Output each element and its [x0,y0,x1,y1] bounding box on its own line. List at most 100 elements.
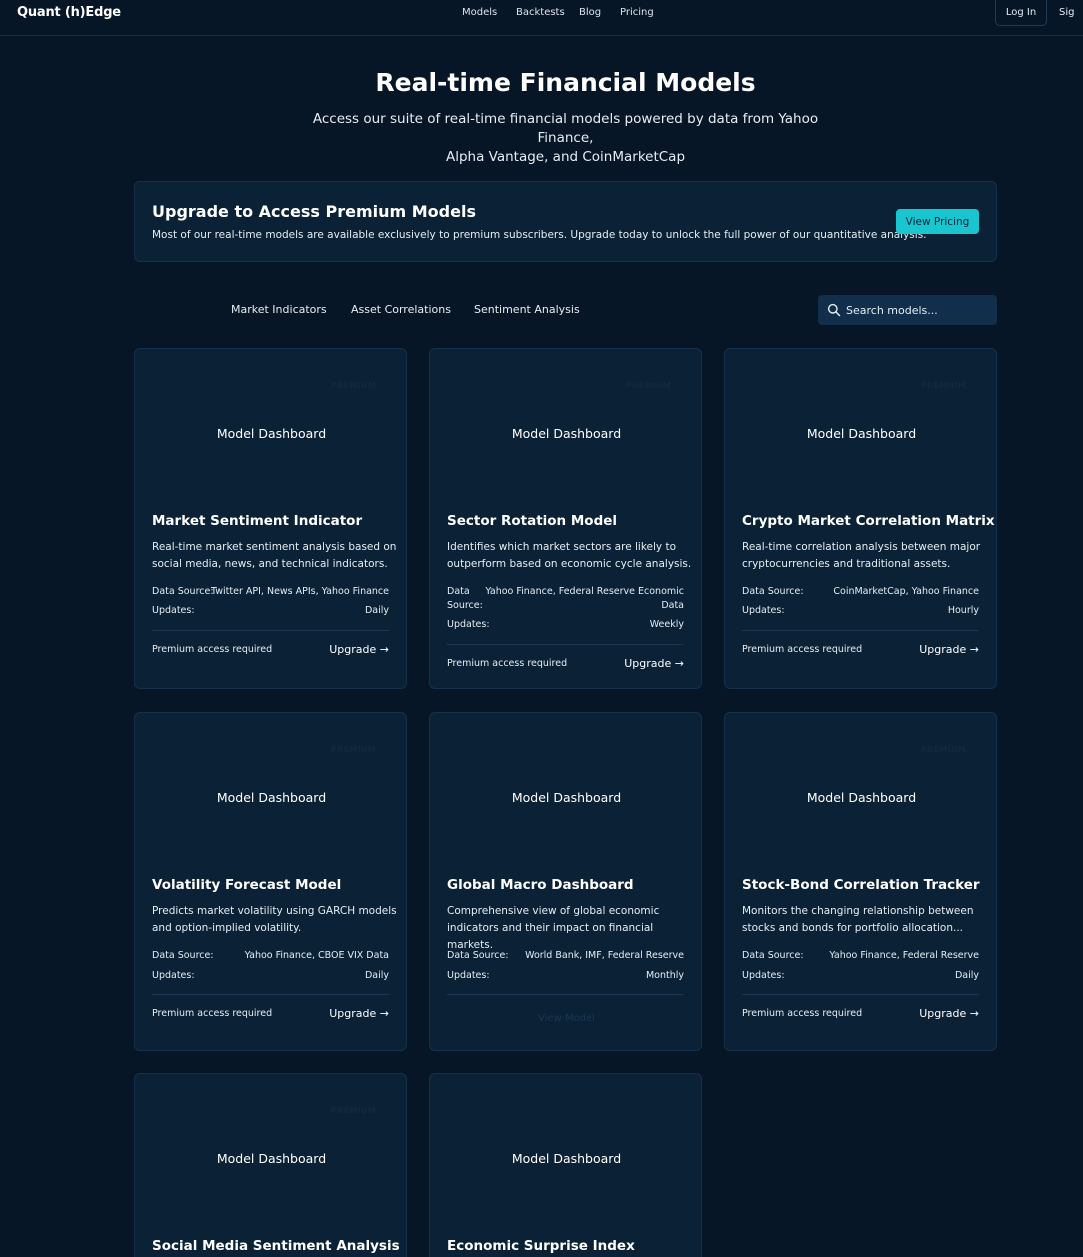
card-description: Real-time correlation analysis between m… [742,541,981,570]
premium-badge: PREMIUM [331,381,376,390]
model-card-stock-bond[interactable]: PREMIUM Model Dashboard Stock-Bond Corre… [724,712,997,1051]
model-card-volatility-forecast[interactable]: PREMIUM Model Dashboard Volatility Forec… [134,712,407,1051]
card-title: Crypto Market Correlation Matrix [742,513,995,529]
data-source-label: Data Source: [742,950,804,961]
card-divider [447,994,684,995]
premium-badge: PREMIUM [921,745,966,754]
card-preview: PREMIUM Model Dashboard [135,1074,406,1229]
upgrade-link[interactable]: Upgrade → [329,1007,389,1020]
nav-link-blog[interactable]: Blog [579,7,601,18]
access-note: Premium access required [742,1008,863,1019]
view-model-button[interactable]: View Model [430,1013,701,1024]
updates-value: Hourly [947,605,979,616]
updates-label: Updates: [447,970,490,981]
updates-label: Updates: [152,605,195,616]
login-button[interactable]: Log In [995,0,1047,26]
card-description: Identifies which market sectors are like… [447,541,692,570]
data-source-value: Twitter API, News APIs, Yahoo Finance [211,586,389,597]
model-card-crypto-correlation[interactable]: PREMIUM Model Dashboard Crypto Market Co… [724,348,997,689]
updates-label: Updates: [152,970,195,981]
data-source-label-line-1: Data [447,586,470,597]
nav-link-backtests[interactable]: Backtests [516,7,565,18]
updates-value: Monthly [645,970,684,981]
preview-label: Model Dashboard [216,1151,327,1166]
updates-value: Weekly [649,619,684,630]
signup-button[interactable]: Sig [1059,7,1074,18]
preview-label: Model Dashboard [511,790,622,805]
page-title: Real-time Financial Models [375,68,756,97]
card-preview: Model Dashboard [430,1074,701,1229]
card-title: Sector Rotation Model [447,513,618,529]
preview-label: Model Dashboard [216,426,327,441]
data-source-label: Data Source: [742,586,804,597]
data-source-value-line-1: Yahoo Finance, Federal Reserve Economic [485,586,684,597]
updates-label: Updates: [447,619,490,630]
data-source-value: CoinMarketCap, Yahoo Finance [833,586,979,597]
access-note: Premium access required [152,644,273,655]
page-subtitle: Access our suite of real-time financial … [290,110,841,167]
nav-link-pricing[interactable]: Pricing [620,7,654,18]
card-divider [447,644,684,645]
card-description: Predicts market volatility using GARCH m… [152,905,397,934]
tab-asset-correlations[interactable]: Asset Correlations [351,303,451,316]
data-source-value: World Bank, IMF, Federal Reserve [525,950,684,961]
card-description: Comprehensive view of global economic in… [447,905,660,951]
upgrade-banner: Upgrade to Access Premium Models Most of… [134,181,997,262]
preview-label: Model Dashboard [511,426,622,441]
search-input[interactable] [846,299,991,321]
card-title: Stock-Bond Correlation Tracker [742,877,980,893]
data-source-label-line-2: Source: [447,600,483,611]
card-preview: PREMIUM Model Dashboard [135,713,406,868]
updates-value: Daily [954,970,979,981]
card-description: Monitors the changing relationship betwe… [742,905,974,934]
premium-badge: PREMIUM [331,745,376,754]
card-preview: PREMIUM Model Dashboard [725,713,996,868]
nav-link-models[interactable]: Models [462,7,497,18]
tab-market-indicators[interactable]: Market Indicators [231,303,327,316]
banner-title: Upgrade to Access Premium Models [152,202,476,221]
access-note: Premium access required [447,658,568,669]
upgrade-link[interactable]: Upgrade → [919,643,979,656]
preview-label: Model Dashboard [216,790,327,805]
card-title: Social Media Sentiment Analysis [152,1238,400,1254]
model-card-market-sentiment[interactable]: PREMIUM Model Dashboard Market Sentiment… [134,348,407,689]
search-box [818,295,997,325]
premium-badge: PREMIUM [921,381,966,390]
data-source-label: Data Source: [152,586,214,597]
model-card-sector-rotation[interactable]: PREMIUM Model Dashboard Sector Rotation … [429,348,702,689]
access-note: Premium access required [152,1008,273,1019]
upgrade-link[interactable]: Upgrade → [329,643,389,656]
data-source-value: Yahoo Finance, Federal Reserve [829,950,979,961]
tab-sentiment-analysis[interactable]: Sentiment Analysis [474,303,580,316]
page-subtitle-line-1: Access our suite of real-time financial … [312,111,819,146]
card-divider [152,630,389,631]
card-description: Real-time market sentiment analysis base… [152,541,397,570]
card-preview: PREMIUM Model Dashboard [725,349,996,504]
preview-label: Model Dashboard [511,1151,622,1166]
model-card-economic-surprise[interactable]: Model Dashboard Economic Surprise Index [429,1073,702,1257]
card-title: Economic Surprise Index [447,1238,635,1254]
card-preview: PREMIUM Model Dashboard [135,349,406,504]
model-card-global-macro[interactable]: Model Dashboard Global Macro Dashboard C… [429,712,702,1051]
nav-links: Models Backtests Blog Pricing [0,7,1083,21]
premium-badge: PREMIUM [626,381,671,390]
top-navbar: Quant (h)Edge Models Backtests Blog Pric… [0,0,1083,36]
data-source-label: Data Source: [447,950,509,961]
data-source-value-line-2: Data [661,600,684,611]
view-pricing-button[interactable]: View Pricing [896,209,979,234]
card-title: Market Sentiment Indicator [152,513,363,529]
upgrade-link[interactable]: Upgrade → [624,657,684,670]
updates-label: Updates: [742,970,785,981]
card-divider [152,994,389,995]
card-preview: Model Dashboard [430,713,701,868]
card-divider [742,630,979,631]
access-note: Premium access required [742,644,863,655]
banner-text: Most of our real-time models are availab… [152,229,927,241]
preview-label: Model Dashboard [806,790,917,805]
upgrade-link[interactable]: Upgrade → [919,1007,979,1020]
card-divider [742,994,979,995]
data-source-value: Yahoo Finance, CBOE VIX Data [244,950,389,961]
preview-label: Model Dashboard [806,426,917,441]
model-card-social-media-sentiment[interactable]: PREMIUM Model Dashboard Social Media Sen… [134,1073,407,1257]
data-source-label: Data Source: [152,950,214,961]
